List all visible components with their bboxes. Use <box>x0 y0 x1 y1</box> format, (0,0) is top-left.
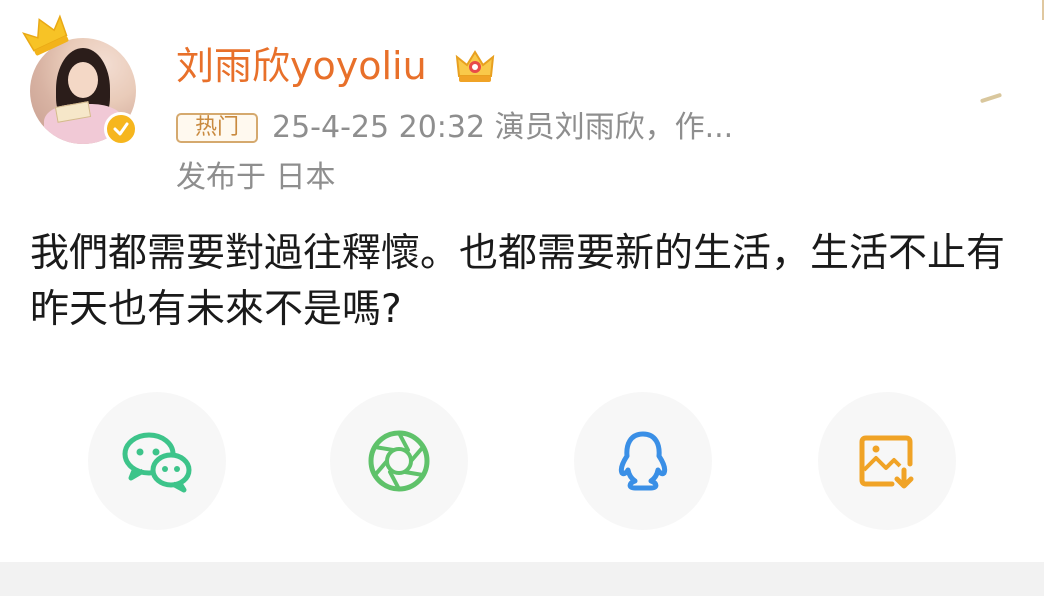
qq-icon <box>618 431 668 491</box>
vip-crown-icon[interactable] <box>454 46 496 86</box>
post-card: 刘雨欣yoyoliu 热门 25-4-25 20:32 演员刘雨欣，作... 发… <box>0 0 1044 562</box>
bottom-strip <box>0 562 1044 596</box>
save-image-button[interactable] <box>818 392 956 530</box>
avatar-face <box>68 62 98 98</box>
share-wechat-button[interactable] <box>88 392 226 530</box>
avatar-container[interactable] <box>22 14 138 146</box>
post-meta: 25-4-25 20:32 演员刘雨欣，作... <box>272 110 734 145</box>
verified-badge-icon <box>104 112 138 146</box>
hot-badge[interactable]: 热门 <box>176 113 258 143</box>
share-moments-button[interactable] <box>330 392 468 530</box>
moments-icon <box>368 430 430 492</box>
save-image-icon <box>859 435 914 489</box>
username-link[interactable]: 刘雨欣yoyoliu <box>176 42 427 90</box>
decorative-mark <box>979 92 1003 104</box>
wechat-icon <box>122 432 192 493</box>
post-location: 发布于 日本 <box>176 160 336 195</box>
post-body-text: 我們都需要對過往釋懷。也都需要新的生活，生活不止有昨天也有未來不是嗎? <box>30 231 1006 332</box>
share-qq-button[interactable] <box>574 392 712 530</box>
